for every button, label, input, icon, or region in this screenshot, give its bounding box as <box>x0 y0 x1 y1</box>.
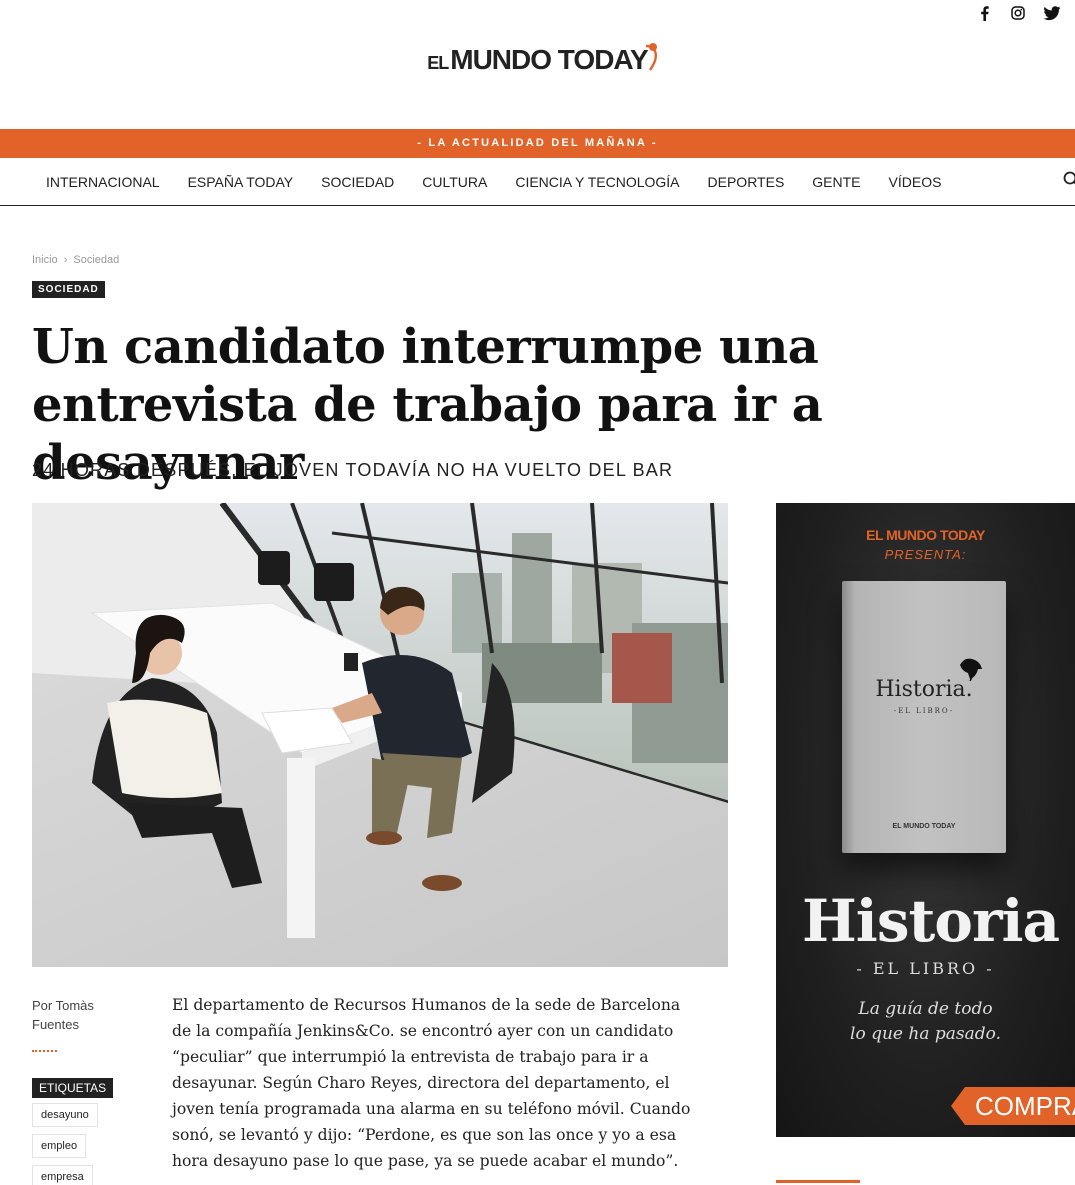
ad-headline: Historia <box>802 887 1060 955</box>
author-divider <box>32 1050 57 1052</box>
ad-tagline-line2: lo que ha pasado. <box>850 1024 1001 1044</box>
tag-empleo[interactable]: empleo <box>32 1134 87 1158</box>
breadcrumb-home[interactable]: Inicio <box>32 254 58 266</box>
ad-subheadline: - EL LIBRO - <box>856 959 995 978</box>
tags-list: desayuno empleo empresa <box>32 1103 98 1185</box>
twitter-icon[interactable] <box>1043 4 1061 22</box>
tags-heading: ETIQUETAS <box>32 1078 114 1098</box>
nav-item-gente[interactable]: Gente <box>798 174 874 190</box>
ad-tagline: La guía de todo lo que ha pasado. <box>776 997 1075 1047</box>
ad-brand: EL MUNDO TODAY <box>866 527 985 543</box>
search-icon[interactable] <box>1063 171 1075 194</box>
breadcrumb: Inicio › Sociedad <box>32 254 119 266</box>
hero-image <box>32 503 728 967</box>
logo-arc-icon <box>645 43 657 71</box>
sidebar-divider <box>776 1180 860 1183</box>
book-subtitle: -EL LIBRO- <box>893 707 955 715</box>
tag-desayuno[interactable]: desayuno <box>32 1103 98 1127</box>
nav-item-videos[interactable]: Vídeos <box>875 174 956 190</box>
nav-item-cultura[interactable]: Cultura <box>408 174 501 190</box>
logo-el: EL <box>427 53 449 73</box>
tagline-bar: - LA ACTUALIDAD DEL MAÑANA - <box>0 129 1075 158</box>
social-links <box>975 4 1061 22</box>
main-nav: Internacional España Today Sociedad Cult… <box>0 158 1075 206</box>
article-subtitle: 24 horas después, el joven todavía no ha… <box>32 460 674 480</box>
nav-item-sociedad[interactable]: Sociedad <box>307 174 408 190</box>
author-byline[interactable]: Por Tomàs Fuentes <box>32 996 132 1034</box>
book-ad[interactable]: EL MUNDO TODAY PRESENTA: Historia. -EL L… <box>776 503 1075 1137</box>
ad-presenta: PRESENTA: <box>884 547 967 562</box>
book-cover: Historia. -EL LIBRO- EL MUNDO TODAY <box>842 581 1006 853</box>
nav-item-internacional[interactable]: Internacional <box>32 174 174 190</box>
tag-empresa[interactable]: empresa <box>32 1165 93 1185</box>
nav-item-deportes[interactable]: Deportes <box>694 174 799 190</box>
site-logo[interactable]: EL MUNDO TODAY <box>0 43 1075 76</box>
nav-item-ciencia-tecnologia[interactable]: Ciencia y Tecnología <box>501 174 693 190</box>
ad-tagline-line1: La guía de todo <box>858 999 993 1019</box>
facebook-icon[interactable] <box>975 4 993 22</box>
category-badge[interactable]: SOCIEDAD <box>32 281 105 298</box>
book-brand: EL MUNDO TODAY <box>892 823 956 830</box>
breadcrumb-current[interactable]: Sociedad <box>73 254 119 266</box>
book-title: Historia. <box>875 677 973 702</box>
article-body: El departamento de Recursos Humanos de l… <box>172 996 691 1170</box>
buy-button[interactable]: COMPRAR <box>951 1087 1075 1125</box>
nav-item-espana-today[interactable]: España Today <box>174 174 308 190</box>
logo-main: MUNDO TODAY <box>450 44 648 75</box>
breadcrumb-separator: › <box>63 254 68 266</box>
instagram-icon[interactable] <box>1009 4 1027 22</box>
